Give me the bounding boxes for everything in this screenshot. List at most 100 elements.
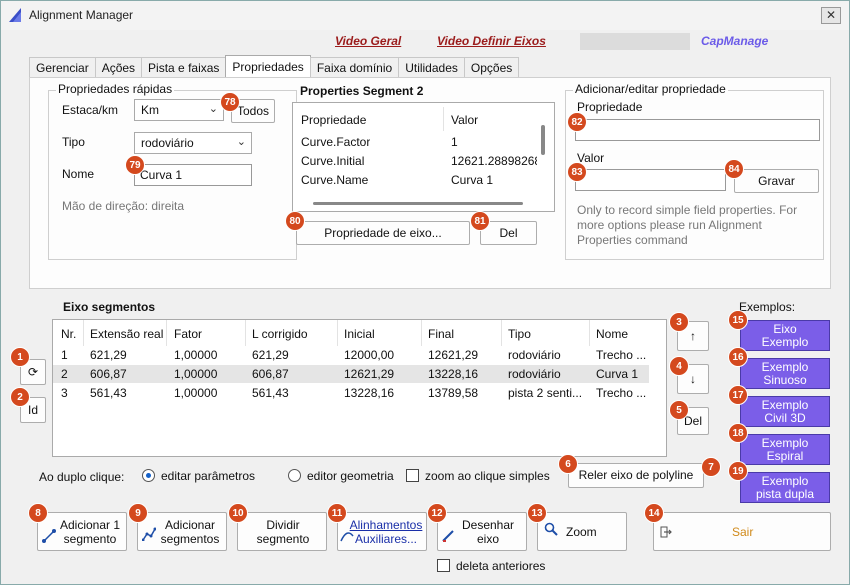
cell-extensao: 561,43	[90, 386, 127, 400]
exit-icon	[660, 526, 672, 538]
desenhar-eixo-button[interactable]: Desenhar eixo	[437, 512, 527, 551]
cell-tipo: pista 2 senti...	[508, 386, 583, 400]
example-pista-dupla-button[interactable]: Exemplo pista dupla	[740, 472, 830, 503]
estaca-select[interactable]: Km ⌄	[134, 99, 224, 121]
addn-label: segmentos	[160, 532, 220, 546]
prop-row-name[interactable]: Curve.Factor	[301, 135, 370, 149]
properties-list[interactable]: Propriedade Valor Curve.Factor 1 Curve.I…	[292, 102, 555, 212]
table-row[interactable]: 1 621,29 1,00000 621,29 12000,00 12621,2…	[53, 346, 649, 364]
example-eixo-button[interactable]: Eixo Exemplo	[740, 320, 830, 351]
badge: 84	[724, 159, 744, 179]
cell-extensao: 621,29	[90, 348, 127, 362]
zoom-click-label[interactable]: zoom ao clique simples	[425, 469, 550, 483]
desenhar-label: eixo	[476, 532, 499, 546]
column-divider	[589, 320, 590, 346]
prop-row-value[interactable]: 1	[451, 135, 537, 149]
editor-geometria-label[interactable]: editor geometria	[307, 469, 394, 483]
example-civil3d-button[interactable]: Exemplo Civil 3D	[740, 396, 830, 427]
add1-label: Adicionar 1	[59, 518, 121, 532]
badge: 6	[558, 454, 578, 474]
radio-editar-parametros[interactable]	[142, 469, 155, 482]
nome-input[interactable]: Curva 1	[134, 164, 252, 186]
close-button[interactable]: ✕	[821, 7, 841, 24]
col-fator: Fator	[174, 327, 203, 341]
placeholder-box	[580, 33, 690, 50]
segments-table[interactable]: Nr. Extensão real Fator L corrigido Inic…	[52, 319, 667, 457]
badge: 78	[220, 92, 240, 112]
dividir-segmento-button[interactable]: Dividir segmento	[237, 512, 327, 551]
add-segments-button[interactable]: Adicionar segmentos	[137, 512, 227, 551]
properties-segment-title: Properties Segment 2	[300, 84, 424, 98]
badge: 5	[669, 400, 689, 420]
tab-utilidades[interactable]: Utilidades	[398, 57, 465, 77]
badge: 3	[669, 312, 689, 332]
tab-gerenciar[interactable]: Gerenciar	[29, 57, 96, 77]
app-logo-icon	[9, 8, 21, 22]
sair-button[interactable]: Sair	[653, 512, 831, 551]
addn-label: Adicionar	[164, 518, 216, 532]
horizontal-scrollbar[interactable]	[313, 202, 523, 205]
prop-row-name[interactable]: Curve.Name	[301, 173, 368, 187]
examples-title: Exemplos:	[739, 300, 796, 314]
table-row[interactable]: 3 561,43 1,00000 561,43 13228,16 13789,5…	[53, 384, 649, 402]
col-propriedade: Propriedade	[301, 113, 367, 127]
column-divider	[245, 320, 246, 346]
propriedade-eixo-button[interactable]: Propriedade de eixo...	[296, 221, 470, 245]
badge: 11	[327, 503, 347, 523]
tab-faixa-dominio[interactable]: Faixa domínio	[309, 57, 400, 77]
zoom-click-checkbox[interactable]	[406, 469, 419, 482]
alignment-manager-window: Alignment Manager ✕ Video Geral Video De…	[0, 0, 850, 585]
radio-editor-geometria[interactable]	[288, 469, 301, 482]
cell-nr: 2	[61, 367, 68, 381]
badge: 83	[567, 162, 587, 182]
tab-propriedades[interactable]: Propriedades	[225, 55, 311, 77]
window-title: Alignment Manager	[29, 8, 134, 22]
cell-tipo: rodoviário	[508, 367, 561, 381]
column-divider	[421, 320, 422, 346]
alinhamentos-auxiliares-button[interactable]: Alinhamentos Auxiliares...	[337, 512, 427, 551]
propriedades-panel: Propriedades rápidas Estaca/km Km ⌄ Todo…	[29, 77, 831, 289]
chevron-down-icon: ⌄	[208, 103, 218, 115]
table-row-selected[interactable]: 2 606,87 1,00000 606,87 12621,29 13228,1…	[53, 365, 649, 383]
tipo-select[interactable]: rodoviário ⌄	[134, 132, 252, 154]
propriedade-label: Propriedade	[577, 100, 643, 114]
vertical-scrollbar[interactable]	[541, 125, 545, 155]
tab-pista-faixas[interactable]: Pista e faixas	[141, 57, 227, 77]
tab-acoes[interactable]: Ações	[94, 57, 143, 77]
deleta-anteriores-label[interactable]: deleta anteriores	[456, 559, 545, 573]
zoom-button[interactable]: Zoom	[537, 512, 627, 551]
tab-opcoes[interactable]: Opções	[463, 57, 520, 77]
editar-parametros-label[interactable]: editar parâmetros	[161, 469, 255, 483]
gravar-button[interactable]: Gravar	[734, 169, 819, 193]
estaca-label: Estaca/km	[62, 103, 119, 117]
badge: 18	[728, 423, 748, 443]
cell-inicial: 12621,29	[344, 367, 395, 381]
badge: 16	[728, 347, 748, 367]
example-label: Exemplo	[761, 360, 809, 374]
col-valor: Valor	[451, 113, 479, 127]
prop-row-name[interactable]: Curve.Initial	[301, 154, 364, 168]
example-sinuoso-button[interactable]: Exemplo Sinuoso	[740, 358, 830, 389]
badge: 80	[285, 211, 305, 231]
deleta-anteriores-checkbox[interactable]	[437, 559, 450, 572]
add-one-segment-button[interactable]: Adicionar 1 segmento	[37, 512, 127, 551]
tipo-value: rodoviário	[141, 136, 194, 150]
valor-input[interactable]	[575, 169, 726, 191]
cell-nome: Trecho ...	[596, 348, 647, 362]
video-geral-link[interactable]: Video Geral	[335, 34, 401, 48]
capmanage-link[interactable]: CapManage	[701, 34, 768, 48]
example-label: Exemplo	[761, 436, 809, 450]
video-definir-link[interactable]: Video Definir Eixos	[437, 34, 546, 48]
prop-row-value[interactable]: Curva 1	[451, 173, 537, 187]
badge: 10	[228, 503, 248, 523]
badge: 8	[28, 503, 48, 523]
example-espiral-button[interactable]: Exemplo Espiral	[740, 434, 830, 465]
col-extensao: Extensão real	[90, 327, 164, 341]
quick-properties-title: Propriedades rápidas	[56, 82, 175, 96]
reler-eixo-button[interactable]: Reler eixo de polyline	[568, 463, 704, 488]
prop-row-value[interactable]: 12621.288982680	[451, 154, 537, 168]
column-divider	[501, 320, 502, 346]
propriedade-input[interactable]	[575, 119, 820, 141]
badge: 12	[427, 503, 447, 523]
hint-line-1: Only to record simple field properties. …	[577, 203, 798, 217]
